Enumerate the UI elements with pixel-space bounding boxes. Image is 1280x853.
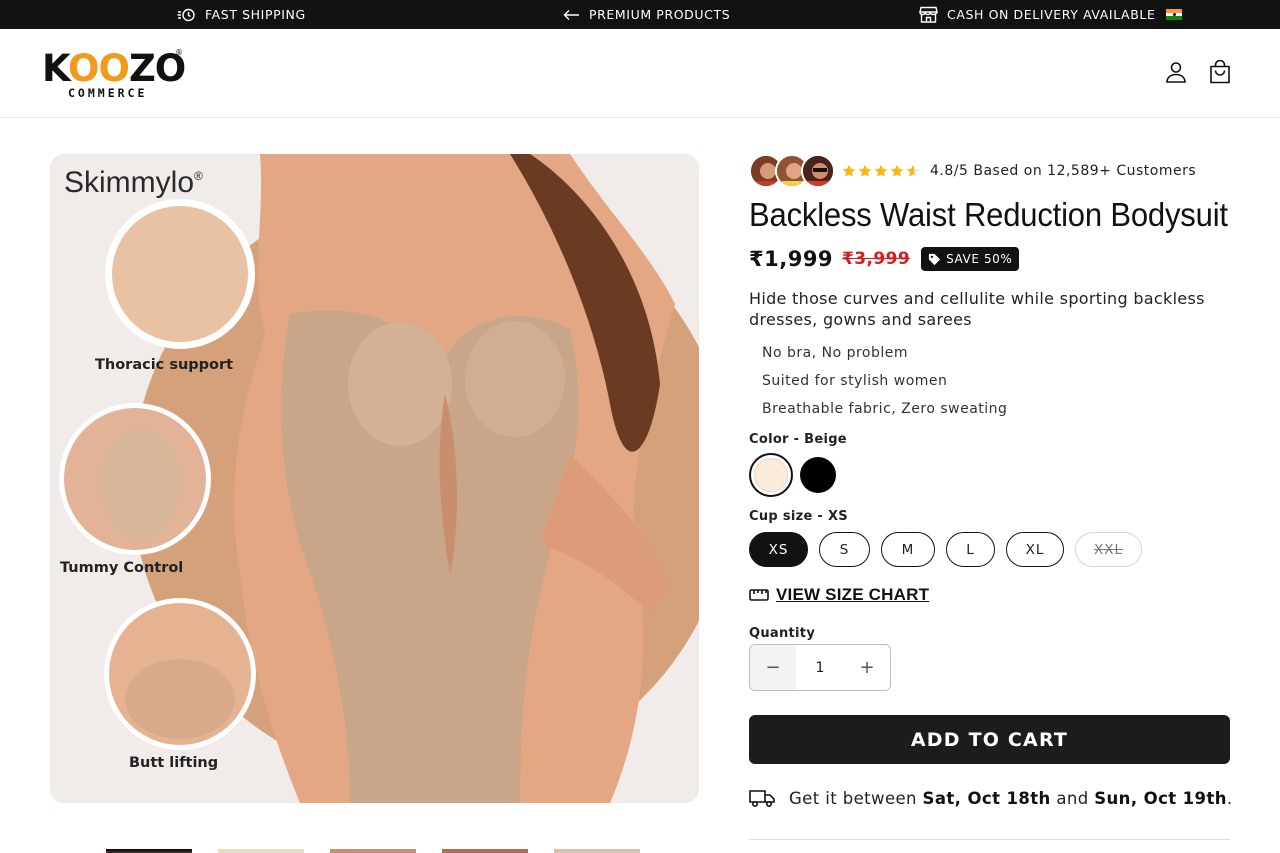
star-icon (890, 164, 904, 177)
delivery-start-date: Sat, Oct 18th (922, 788, 1051, 808)
star-icon (858, 164, 872, 177)
svg-text:Butt lifting: Butt lifting (129, 755, 218, 771)
star-rating (842, 164, 920, 178)
star-icon (842, 164, 856, 177)
avatar (801, 154, 835, 188)
thumbnail[interactable] (106, 849, 192, 853)
color-swatch-black[interactable] (800, 457, 836, 493)
size-option-m[interactable]: M (881, 532, 935, 567)
feature-item: Breathable fabric, Zero sweating (762, 401, 1008, 417)
thumbnail[interactable] (554, 849, 640, 853)
size-option-s[interactable]: S (819, 532, 870, 567)
thumbnail[interactable] (330, 849, 416, 853)
size-option-xs[interactable]: XS (749, 532, 808, 567)
compare-price: ₹3,999 (842, 249, 911, 269)
size-option-xl[interactable]: XL (1006, 532, 1064, 567)
announcement-bar: FAST SHIPPING PREMIUM PRODUCTS CASH ON D… (0, 0, 1280, 29)
site-logo[interactable]: KOOZO ® COMMERCE (42, 48, 186, 101)
svg-text:Skimmylo®: Skimmylo® (64, 166, 203, 199)
size-option-l[interactable]: L (946, 532, 995, 567)
color-swatch-beige[interactable] (754, 458, 788, 492)
quantity-decrease-button[interactable]: − (750, 645, 796, 690)
size-option-xxl[interactable]: XXL (1075, 532, 1142, 567)
account-icon[interactable] (1163, 59, 1189, 85)
rating-summary: 4.8/5 Based on 12,589+ Customers (749, 153, 1196, 189)
announcement-label: CASH ON DELIVERY AVAILABLE (947, 7, 1156, 22)
divider (749, 839, 1230, 840)
store-icon (919, 6, 938, 23)
price-block: ₹1,999 ₹3,999 SAVE 50% (749, 244, 1020, 274)
ruler-icon (749, 589, 769, 601)
quantity-label: Quantity (749, 626, 816, 641)
feature-list: No bra, No problem Suited for stylish wo… (762, 342, 1007, 426)
rating-text: 4.8/5 Based on 12,589+ Customers (930, 163, 1197, 179)
star-half-icon (906, 164, 920, 177)
site-header: KOOZO ® COMMERCE (0, 29, 1280, 118)
delivery-end-date: Sun, Oct 19th (1094, 788, 1227, 808)
star-icon (874, 164, 888, 177)
delivery-truck-icon (749, 790, 775, 808)
save-badge: SAVE 50% (921, 247, 1020, 271)
announcement-label: PREMIUM PRODUCTS (589, 7, 731, 22)
thumbnail[interactable] (218, 849, 304, 853)
quantity-increase-button[interactable]: + (844, 645, 890, 690)
product-description: Hide those curves and cellulite while sp… (749, 289, 1205, 329)
announcement-fast-shipping[interactable]: FAST SHIPPING (177, 0, 306, 29)
color-label: Color - Beige (749, 432, 847, 447)
cup-size-label: Cup size - XS (749, 509, 848, 524)
price-tag-icon (928, 253, 941, 265)
fast-shipping-icon (177, 8, 195, 21)
quantity-input[interactable]: 1 (796, 645, 844, 690)
feature-item: No bra, No problem (762, 345, 909, 361)
announcement-premium-products[interactable]: PREMIUM PRODUCTS (563, 0, 730, 29)
india-flag-icon (1166, 9, 1183, 20)
announcement-cod[interactable]: CASH ON DELIVERY AVAILABLE (919, 0, 1183, 29)
svg-text:Tummy Control: Tummy Control (60, 560, 183, 576)
feature-item: Suited for stylish women (762, 373, 948, 389)
thumbnail[interactable] (442, 849, 528, 853)
delivery-estimate: Get it between Sat, Oct 18th and Sun, Oc… (749, 788, 1233, 808)
product-title: Backless Waist Reduction Bodysuit (749, 196, 1228, 233)
customer-avatars (749, 153, 835, 189)
cart-icon[interactable] (1207, 59, 1233, 85)
svg-text:Thoracic support: Thoracic support (95, 357, 233, 373)
arrow-left-icon (563, 9, 579, 20)
quantity-stepper: − 1 + (749, 644, 891, 691)
add-to-cart-button[interactable]: ADD TO CART (749, 715, 1230, 764)
sale-price: ₹1,999 (749, 247, 834, 271)
size-chart-link[interactable]: VIEW SIZE CHART (749, 585, 929, 605)
product-main-image[interactable]: Skimmylo® Thoracic support Tummy Control… (50, 154, 699, 803)
announcement-label: FAST SHIPPING (205, 7, 306, 22)
